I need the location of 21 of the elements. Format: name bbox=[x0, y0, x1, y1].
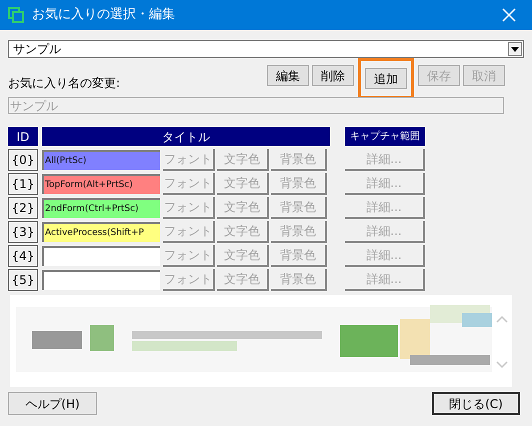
close-button[interactable]: 閉じる(C) bbox=[432, 392, 520, 415]
toolbar-button[interactable]: 追加 bbox=[365, 68, 407, 89]
title-field[interactable] bbox=[42, 270, 160, 290]
id-cell: {2} bbox=[8, 197, 38, 219]
id-cell: {3} bbox=[8, 221, 38, 243]
favorite-dropdown[interactable]: サンプル bbox=[8, 40, 524, 58]
column-header: ID bbox=[8, 127, 38, 146]
title-field[interactable] bbox=[42, 246, 160, 266]
toolbar-button[interactable]: 削除 bbox=[312, 65, 354, 86]
close-icon[interactable] bbox=[502, 8, 516, 22]
window-title: お気に入りの選択・編集 bbox=[32, 6, 176, 24]
id-cell: {1} bbox=[8, 173, 38, 195]
app-icon bbox=[8, 7, 24, 23]
id-cell: {5} bbox=[8, 269, 38, 291]
help-button[interactable]: ヘルプ(H) bbox=[8, 392, 97, 415]
id-cell: {0} bbox=[8, 149, 38, 171]
rename-label: お気に入り名の変更: bbox=[8, 75, 122, 92]
column-header: タイトル bbox=[42, 127, 330, 146]
column-header: キャプチャ範囲 bbox=[345, 127, 425, 146]
id-cell: {4} bbox=[8, 245, 38, 267]
toolbar-button[interactable]: 編集 bbox=[267, 65, 309, 86]
